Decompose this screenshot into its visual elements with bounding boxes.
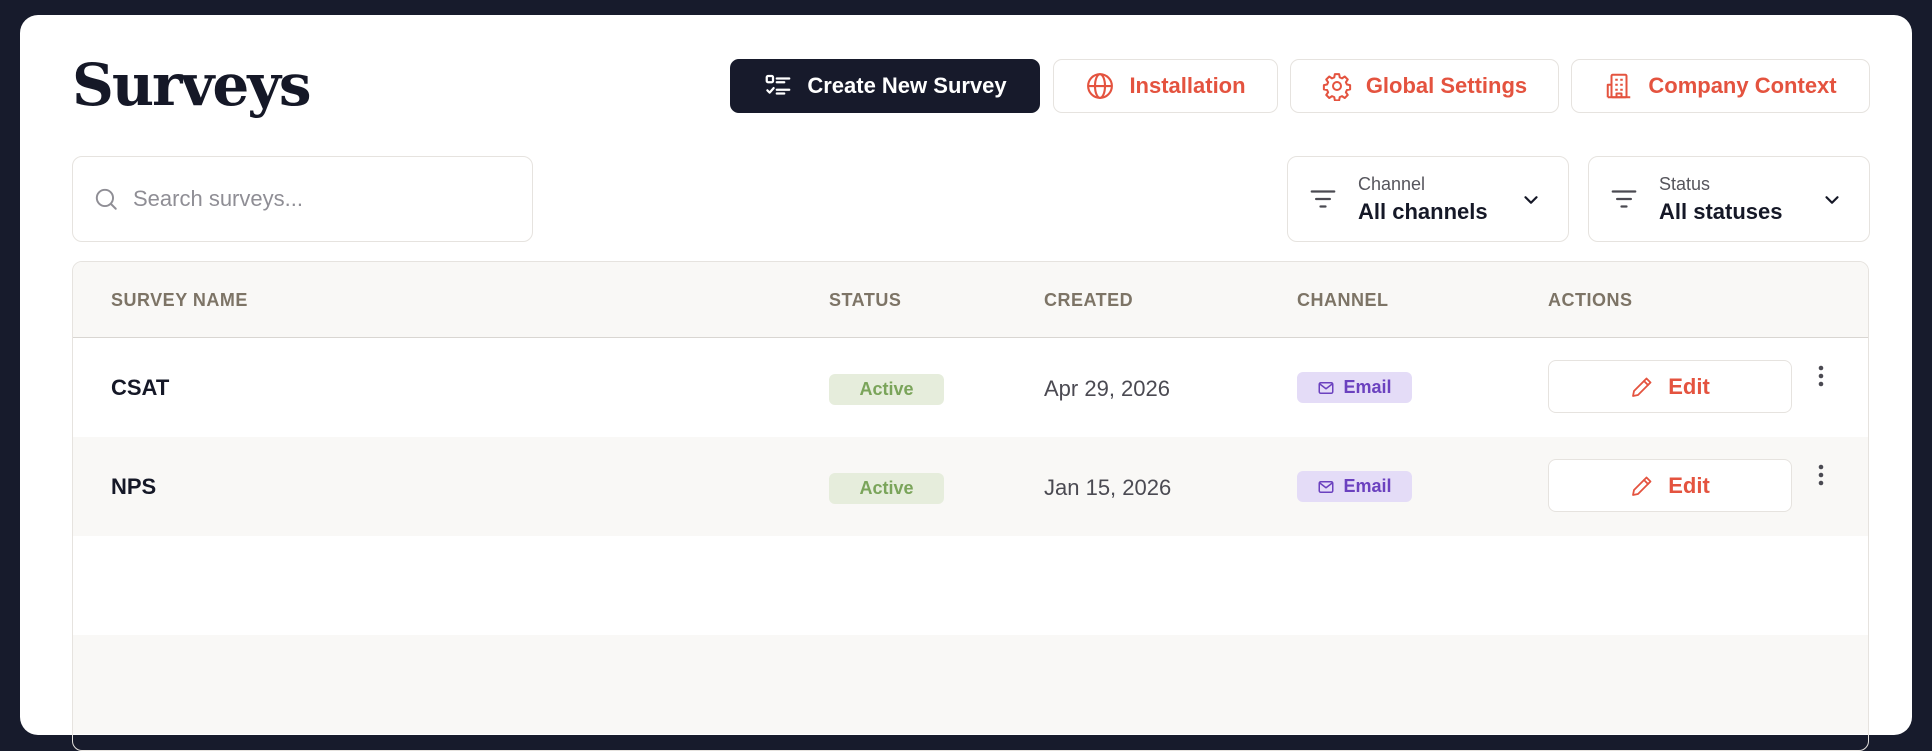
channel-filter-label: Channel [1358, 173, 1426, 194]
status-filter-label: Status [1659, 173, 1711, 194]
filter-icon [1611, 190, 1637, 208]
chevron-down-icon [1825, 196, 1839, 204]
checklist-icon [765, 74, 791, 95]
column-header-actions: ACTIONS [1548, 290, 1633, 310]
page-title: Surveys [72, 51, 312, 119]
search-box[interactable] [72, 156, 533, 242]
survey-name: NPS [111, 474, 157, 499]
edit-button-label: Edit [1668, 472, 1710, 498]
row-more-button[interactable] [1811, 461, 1831, 491]
channel-filter[interactable]: Channel All channels [1287, 156, 1569, 242]
more-vertical-icon [1818, 365, 1824, 387]
edit-button[interactable]: Edit [1548, 459, 1792, 512]
create-new-survey-button[interactable]: Create New Survey [730, 59, 1040, 113]
column-header-status: STATUS [829, 290, 902, 310]
empty-row [73, 536, 1868, 635]
gear-icon [1322, 73, 1351, 101]
create-new-survey-label: Create New Survey [807, 73, 1007, 98]
mail-icon [1318, 480, 1334, 493]
table-row[interactable]: NPS Active Jan 15, 2026 Email Edit [73, 437, 1868, 536]
surveys-table: SURVEY NAME STATUS CREATED CHANNEL ACTIO… [72, 261, 1869, 751]
building-icon [1607, 73, 1631, 99]
created-date: Apr 29, 2026 [1044, 376, 1170, 401]
column-header-channel: CHANNEL [1297, 290, 1389, 310]
pencil-icon [1632, 476, 1652, 496]
status-badge: Active [829, 473, 944, 504]
global-settings-button[interactable]: Global Settings [1290, 59, 1559, 113]
edit-button-label: Edit [1668, 373, 1710, 399]
status-badge: Active [829, 374, 944, 405]
installation-button[interactable]: Installation [1053, 59, 1278, 113]
channel-filter-value: All channels [1358, 198, 1488, 224]
empty-row [73, 635, 1868, 734]
status-filter-value: All statuses [1659, 198, 1783, 224]
mail-icon [1318, 381, 1334, 394]
filter-icon [1310, 190, 1336, 208]
pencil-icon [1632, 377, 1652, 397]
survey-name: CSAT [111, 375, 170, 400]
status-filter[interactable]: Status All statuses [1588, 156, 1870, 242]
main-card: Surveys Create New Survey Installation G… [20, 15, 1912, 751]
channel-badge: Email [1297, 471, 1412, 502]
search-input[interactable] [133, 186, 513, 212]
company-context-label: Company Context [1648, 73, 1837, 98]
edit-button[interactable]: Edit [1548, 360, 1792, 413]
channel-badge-label: Email [1343, 377, 1392, 397]
table-header: SURVEY NAME STATUS CREATED CHANNEL ACTIO… [73, 262, 1868, 338]
global-settings-label: Global Settings [1365, 73, 1528, 98]
company-context-button[interactable]: Company Context [1571, 59, 1870, 113]
channel-badge: Email [1297, 372, 1412, 403]
installation-label: Installation [1129, 73, 1246, 98]
row-more-button[interactable] [1811, 362, 1831, 392]
column-header-survey-name: SURVEY NAME [111, 290, 248, 310]
chevron-down-icon [1524, 196, 1538, 204]
channel-badge-label: Email [1343, 476, 1392, 496]
column-header-created: CREATED [1044, 290, 1134, 310]
more-vertical-icon [1818, 464, 1824, 486]
created-date: Jan 15, 2026 [1044, 475, 1172, 500]
search-icon [95, 188, 117, 210]
globe-icon [1087, 73, 1114, 99]
table-row[interactable]: CSAT Active Apr 29, 2026 Email Edit [73, 338, 1868, 437]
